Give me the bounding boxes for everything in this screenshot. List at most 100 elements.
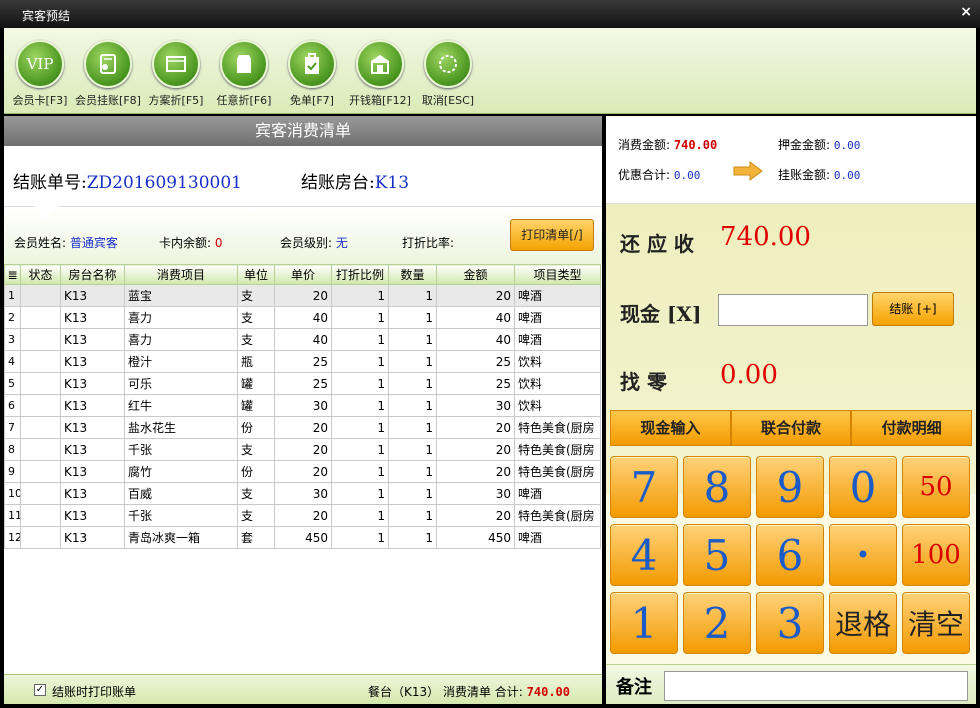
print-on-settle-label: 结账时打印账单 [52, 685, 137, 699]
table-cell: 支 [237, 504, 275, 527]
plan-discount-button[interactable]: 方案折[F5] [140, 40, 212, 108]
payment-summary: 消费金额: 740.00 押金金额: 0.00 优惠合计: 0.00 挂账金额:… [606, 116, 976, 204]
table-cell: 40 [436, 328, 515, 351]
table-cell: 20 [274, 284, 332, 307]
key-4[interactable]: 4 [610, 524, 678, 586]
payment-panel: 消费金额: 740.00 押金金额: 0.00 优惠合计: 0.00 挂账金额:… [606, 116, 976, 704]
column-header[interactable]: 消费项目 [124, 264, 238, 285]
key-8[interactable]: 8 [683, 456, 751, 518]
member-credit-button[interactable]: 会员挂账[F8] [72, 40, 144, 108]
column-header[interactable]: 项目类型 [514, 264, 601, 285]
table-cell [20, 416, 61, 439]
key-backspace[interactable]: 退格 [829, 592, 897, 654]
table-cell [20, 284, 61, 307]
key-decimal[interactable]: • [829, 524, 897, 586]
credit-value: 0.00 [833, 169, 861, 182]
tool-label: 任意折[F6] [216, 94, 272, 107]
settle-button[interactable]: 结账 [+] [872, 292, 954, 326]
tab-cash-input[interactable]: 现金输入 [610, 410, 731, 446]
cash-drawer-button[interactable]: 开钱箱[F12] [344, 40, 416, 108]
credit-amount: 挂账金额: 0.00 [778, 166, 860, 183]
free-bill-button[interactable]: 免单[F7] [276, 40, 348, 108]
consume-amount: 消费金额: 740.00 [618, 136, 717, 153]
table-cell: K13 [60, 284, 125, 307]
table-cell: 支 [237, 306, 275, 329]
table-row[interactable]: 4 K13 橙汁瓶 25 1 1 25 饮料 [4, 350, 601, 373]
bill-header: 宾客消费清单 [4, 116, 602, 146]
vip-icon: VIP [16, 40, 64, 88]
column-header[interactable]: 状态 [20, 264, 61, 285]
table-cell: 1 [331, 438, 389, 461]
cancel-button[interactable]: 取消[ESC] [412, 40, 484, 108]
column-header[interactable]: 打折比例 [331, 264, 389, 285]
column-header[interactable]: 房台名称 [60, 264, 125, 285]
arrow-right-icon [733, 161, 763, 181]
table-cell: 6 [4, 394, 21, 417]
print-on-settle-checkbox[interactable]: ✓ [34, 684, 46, 696]
key-7[interactable]: 7 [610, 456, 678, 518]
table-row[interactable]: 3 K13 喜力支 40 1 1 40 啤酒 [4, 328, 601, 351]
key-100[interactable]: 100 [902, 524, 970, 586]
table-cell: 30 [274, 482, 332, 505]
table-cell: K13 [60, 328, 125, 351]
table-row[interactable]: 5 K13 可乐罐 25 1 1 25 饮料 [4, 372, 601, 395]
key-0[interactable]: 0 [829, 456, 897, 518]
key-5[interactable]: 5 [683, 524, 751, 586]
table-header-row: ≣ 状态 房台名称 消费项目 单位 单价 打折比例 数量 金额 项目类型 [4, 264, 601, 285]
vip-card-button[interactable]: VIP 会员卡[F3] [4, 40, 76, 108]
table-cell [20, 372, 61, 395]
column-header[interactable]: ≣ [4, 264, 21, 285]
due-label: 还 应 收 [620, 232, 694, 256]
custom-discount-icon [220, 40, 268, 88]
table-cell: 30 [436, 394, 515, 417]
column-header[interactable]: 数量 [388, 264, 437, 285]
table-row[interactable]: 8 K13 千张支 20 1 1 20 特色美食(厨房 [4, 438, 601, 461]
key-1[interactable]: 1 [610, 592, 678, 654]
key-2[interactable]: 2 [683, 592, 751, 654]
table-row[interactable]: 1 K13 蓝宝支 20 1 1 20 啤酒 [4, 284, 601, 307]
table-cell: 支 [237, 438, 275, 461]
discount-value: 0.00 [673, 169, 701, 182]
key-6[interactable]: 6 [756, 524, 824, 586]
table-cell: 1 [331, 526, 389, 549]
card-balance-value: 0 [214, 236, 223, 250]
table-cell: 30 [274, 394, 332, 417]
cash-input[interactable] [718, 294, 868, 326]
column-header[interactable]: 金额 [436, 264, 515, 285]
table-cell: 1 [331, 328, 389, 351]
change-value: 0.00 [720, 360, 778, 390]
key-50[interactable]: 50 [902, 456, 970, 518]
footer-summary: 餐台（K13） 消费清单 合计: 740.00 [368, 683, 570, 700]
close-icon[interactable]: × [960, 4, 972, 20]
table-cell: 支 [237, 328, 275, 351]
table-cell: 瓶 [237, 350, 275, 373]
tab-payment-details[interactable]: 付款明细 [851, 410, 973, 446]
key-clear[interactable]: 清空 [902, 592, 970, 654]
table-cell: 千张 [124, 504, 238, 527]
table-cell: 喜力 [124, 306, 238, 329]
tab-joint-payment[interactable]: 联合付款 [730, 410, 852, 446]
table-cell: 30 [436, 482, 515, 505]
table-row[interactable]: 7 K13 盐水花生份 20 1 1 20 特色美食(厨房 [4, 416, 601, 439]
column-header[interactable]: 单价 [274, 264, 332, 285]
discount-label: 优惠合计: [618, 168, 671, 182]
key-3[interactable]: 3 [756, 592, 824, 654]
table-cell: 1 [331, 416, 389, 439]
title-bar: 宾客预结 × [0, 0, 980, 28]
table-row[interactable]: 11K13千张支201120特色美食(厨房 [4, 504, 601, 527]
table-cell [20, 482, 61, 505]
column-header[interactable]: 单位 [237, 264, 275, 285]
print-list-button[interactable]: 打印清单[/] [510, 219, 594, 251]
table-row[interactable]: 9 K13 腐竹份 20 1 1 20 特色美食(厨房 [4, 460, 601, 483]
table-row[interactable]: 12K13青岛冰爽一箱套45011450啤酒 [4, 526, 601, 549]
table-cell: 喜力 [124, 328, 238, 351]
table-row[interactable]: 10K13百威支301130啤酒 [4, 482, 601, 505]
table-cell: 1 [388, 328, 437, 351]
bill-info: 结账单号:ZD201609130001 结账房台:K13 [4, 146, 602, 206]
table-row[interactable]: 2 K13 喜力支 40 1 1 40 啤酒 [4, 306, 601, 329]
table-cell: 20 [274, 504, 332, 527]
key-9[interactable]: 9 [756, 456, 824, 518]
remark-input[interactable] [664, 671, 968, 701]
table-row[interactable]: 6 K13 红牛罐 30 1 1 30 饮料 [4, 394, 601, 417]
custom-discount-button[interactable]: 任意折[F6] [208, 40, 280, 108]
